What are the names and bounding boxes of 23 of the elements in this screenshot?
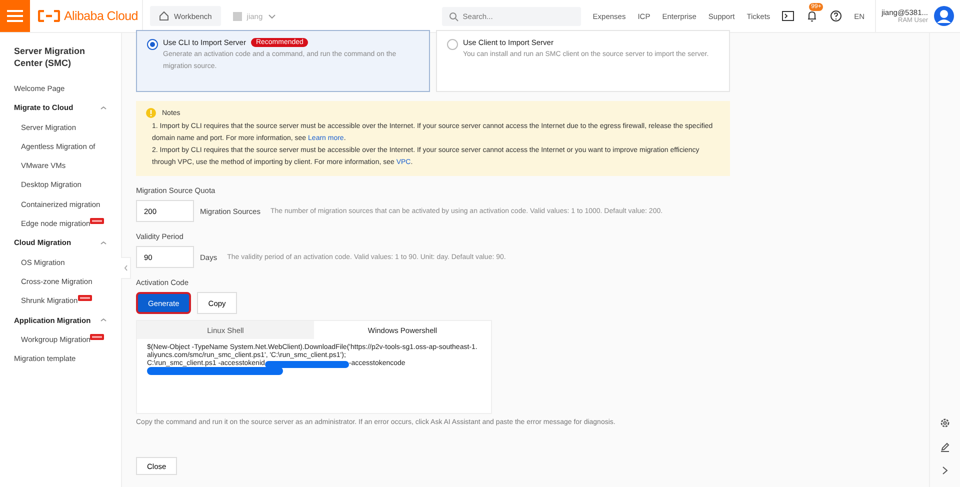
caret-icon[interactable] bbox=[100, 106, 107, 110]
logo-icon bbox=[38, 10, 60, 22]
bell-icon[interactable] bbox=[806, 10, 818, 22]
radio-button[interactable] bbox=[147, 39, 158, 50]
help-icon[interactable] bbox=[830, 10, 842, 22]
menu-icon bbox=[7, 10, 23, 22]
folder-icon bbox=[232, 12, 242, 20]
edit-icon[interactable] bbox=[940, 442, 950, 452]
terminal-icon[interactable] bbox=[782, 11, 794, 21]
settings-icon[interactable] bbox=[940, 418, 950, 428]
radio-button[interactable] bbox=[447, 39, 458, 50]
chevron-left-icon bbox=[124, 265, 128, 271]
chevron-right-icon[interactable] bbox=[942, 466, 948, 475]
chevron-down-icon bbox=[268, 14, 276, 18]
collapse-handle[interactable] bbox=[121, 257, 131, 279]
menu-button[interactable] bbox=[0, 0, 30, 32]
sidebar-title: Server Migration Center (SMC) bbox=[13, 45, 86, 69]
caret-icon[interactable] bbox=[100, 318, 107, 322]
caret-icon[interactable] bbox=[100, 241, 107, 246]
brand-name: Alibaba Cloud bbox=[64, 9, 138, 23]
avatar-icon[interactable] bbox=[934, 6, 954, 26]
home-icon bbox=[159, 11, 169, 21]
warning-icon bbox=[146, 108, 156, 118]
